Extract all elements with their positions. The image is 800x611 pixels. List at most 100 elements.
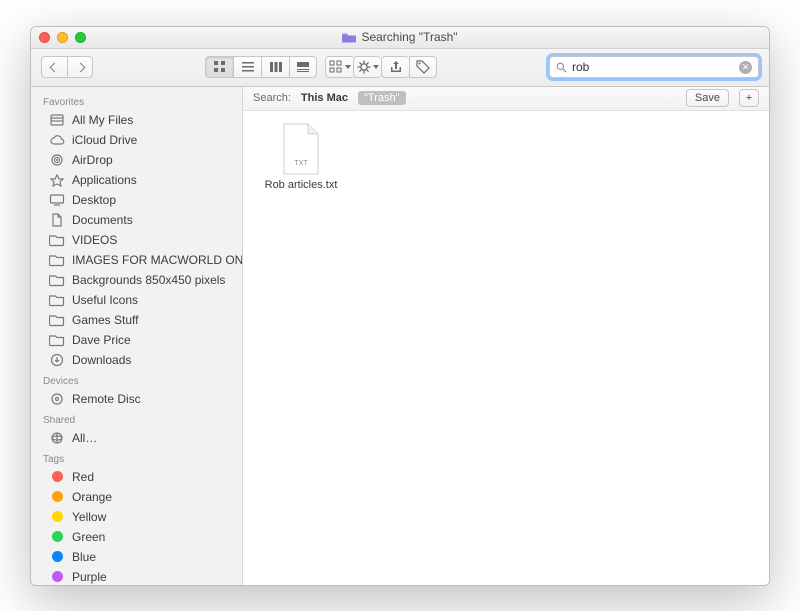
sidebar-item[interactable]: Blue (31, 547, 242, 567)
chevron-right-icon (75, 62, 85, 72)
sidebar-item[interactable]: Red (31, 467, 242, 487)
sidebar-item-label: Red (72, 470, 94, 484)
search-field[interactable]: ✕ (549, 56, 759, 78)
sidebar-item[interactable]: Purple (31, 567, 242, 585)
finder-window: Searching "Trash" (30, 26, 770, 586)
toolbar: ✕ (31, 49, 769, 87)
sidebar-item-label: Remote Disc (72, 392, 141, 406)
sidebar-item[interactable]: Backgrounds 850x450 pixels (31, 270, 242, 290)
sidebar-item[interactable]: All My Files (31, 110, 242, 130)
tag-icon (49, 570, 65, 584)
sidebar-header: Shared (31, 409, 242, 428)
clear-search-button[interactable]: ✕ (739, 61, 752, 74)
window-title: Searching "Trash" (31, 30, 769, 44)
column-view-button[interactable] (261, 56, 289, 78)
folder-icon (49, 253, 65, 267)
nav-arrows (41, 56, 93, 78)
folder-icon (49, 293, 65, 307)
arrange-share-group (325, 56, 437, 78)
sidebar-item[interactable]: Games Stuff (31, 310, 242, 330)
tag-icon (49, 510, 65, 524)
sidebar-item-label: All… (72, 431, 97, 445)
tag-icon (49, 470, 65, 484)
documents-icon (49, 213, 65, 227)
sidebar-item[interactable]: Downloads (31, 350, 242, 370)
sidebar-item[interactable]: Desktop (31, 190, 242, 210)
share-button[interactable] (381, 56, 409, 78)
add-criteria-button[interactable]: + (739, 89, 759, 107)
sidebar-item[interactable]: iCloud Drive (31, 130, 242, 150)
list-icon (241, 60, 255, 74)
tag-icon (49, 530, 65, 544)
icon-view-button[interactable] (205, 56, 233, 78)
arrange-button[interactable] (325, 56, 353, 78)
folder-icon (49, 333, 65, 347)
scope-this-mac[interactable]: This Mac (301, 92, 348, 104)
sidebar-item-label: Useful Icons (72, 293, 138, 307)
sidebar-item-label: Orange (72, 490, 112, 504)
sidebar-header: Favorites (31, 91, 242, 110)
save-search-button[interactable]: Save (686, 89, 729, 107)
main-area: Search: This Mac "Trash" Save + TXT Rob … (243, 87, 769, 585)
sidebar-item-label: Games Stuff (72, 313, 138, 327)
icloud-icon (49, 133, 65, 147)
sidebar-item[interactable]: Orange (31, 487, 242, 507)
back-button[interactable] (41, 56, 67, 78)
sidebar-item[interactable]: All… (31, 428, 242, 448)
sidebar-item-label: Green (72, 530, 105, 544)
titlebar: Searching "Trash" (31, 27, 769, 49)
minimize-button[interactable] (57, 32, 68, 43)
forward-button[interactable] (67, 56, 93, 78)
results-grid[interactable]: TXT Rob articles.txt (243, 111, 769, 585)
sidebar-item[interactable]: Useful Icons (31, 290, 242, 310)
sidebar-item[interactable]: Applications (31, 170, 242, 190)
sidebar-item[interactable]: AirDrop (31, 150, 242, 170)
chevron-left-icon (50, 62, 60, 72)
sidebar-item[interactable]: VIDEOS (31, 230, 242, 250)
sidebar-item-label: All My Files (72, 113, 133, 127)
sidebar-item[interactable]: Dave Price (31, 330, 242, 350)
tags-button[interactable] (409, 56, 437, 78)
chevron-down-icon (373, 65, 379, 69)
search-scope-bar: Search: This Mac "Trash" Save + (243, 87, 769, 111)
sidebar-item-label: Desktop (72, 193, 116, 207)
folder-icon (49, 273, 65, 287)
scope-current-folder[interactable]: "Trash" (358, 91, 406, 105)
sidebar-item-label: IMAGES FOR MACWORLD ONLINE (72, 253, 242, 267)
sidebar-item[interactable]: Documents (31, 210, 242, 230)
remote-disc-icon (49, 392, 65, 406)
sidebar-header: Tags (31, 448, 242, 467)
search-input[interactable] (572, 60, 734, 74)
sidebar-item[interactable]: IMAGES FOR MACWORLD ONLINE (31, 250, 242, 270)
document-icon: TXT (280, 123, 322, 175)
window-body: Favorites All My Files iCloud DriveAirDrop… (31, 87, 769, 585)
sidebar-item-label: Yellow (72, 510, 106, 524)
sidebar-item[interactable]: Yellow (31, 507, 242, 527)
tag-icon (49, 550, 65, 564)
arrange-icon (329, 60, 343, 74)
zoom-button[interactable] (75, 32, 86, 43)
all-my-files-icon (49, 113, 65, 127)
sidebar-item[interactable]: Green (31, 527, 242, 547)
sidebar-item-label: VIDEOS (72, 233, 117, 247)
svg-text:TXT: TXT (294, 160, 308, 167)
smartfolder-icon (342, 32, 356, 43)
sidebar-header: Devices (31, 370, 242, 389)
sidebar[interactable]: Favorites All My Files iCloud DriveAirDrop… (31, 87, 243, 585)
search-icon (556, 62, 567, 73)
sidebar-item-label: Dave Price (72, 333, 131, 347)
applications-icon (49, 173, 65, 187)
file-item[interactable]: TXT Rob articles.txt (261, 123, 341, 192)
coverflow-view-button[interactable] (289, 56, 317, 78)
downloads-icon (49, 353, 65, 367)
traffic-lights (39, 32, 86, 43)
close-button[interactable] (39, 32, 50, 43)
sidebar-item-label: Documents (72, 213, 133, 227)
list-view-button[interactable] (233, 56, 261, 78)
sidebar-item[interactable]: Remote Disc (31, 389, 242, 409)
action-button[interactable] (353, 56, 381, 78)
view-mode-segmented (205, 56, 317, 78)
sidebar-item-label: Blue (72, 550, 96, 564)
chevron-down-icon (345, 65, 351, 69)
share-icon (389, 60, 403, 74)
